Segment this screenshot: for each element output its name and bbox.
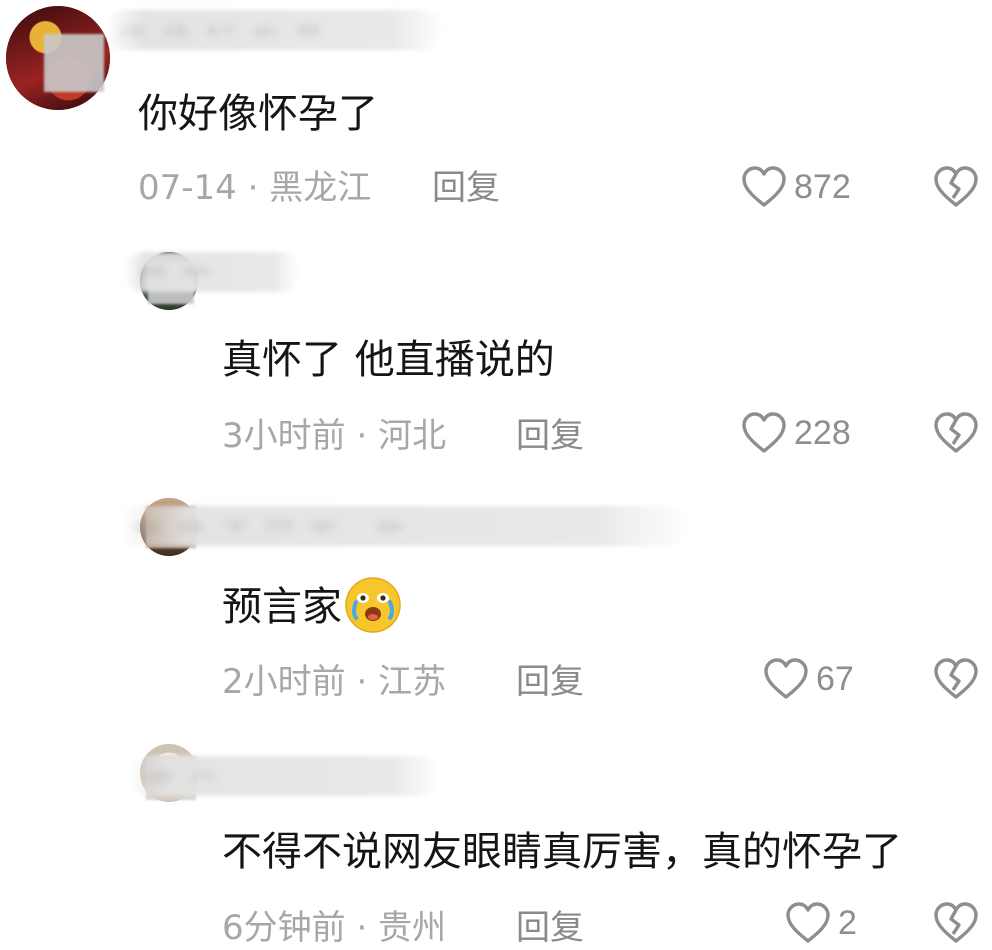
- heart-icon: [764, 658, 808, 699]
- like-button[interactable]: 872: [740, 164, 851, 210]
- comment-meta: 2小时前 · 江苏: [222, 660, 446, 704]
- heart-icon: [786, 902, 830, 943]
- reply-button[interactable]: 回复: [432, 166, 500, 210]
- like-count: 872: [794, 168, 851, 206]
- broken-heart-icon[interactable]: [932, 410, 980, 456]
- meta-separator: ·: [236, 168, 270, 208]
- meta-separator: ·: [345, 662, 379, 702]
- crying-laughing-emoji-icon: [345, 577, 401, 633]
- reply-button[interactable]: 回复: [516, 414, 584, 458]
- blurred-username: 猫猫: [124, 252, 300, 292]
- blurred-username: 宝宝不回家 致: [118, 506, 688, 546]
- comment-text: 你好像怀孕了: [138, 91, 378, 137]
- broken-heart-icon[interactable]: [932, 164, 980, 210]
- comment-meta: 6分钟前 · 贵州: [222, 906, 446, 950]
- like-button[interactable]: 67: [762, 656, 854, 702]
- comment-location: 黑龙江: [269, 168, 372, 208]
- comment-text: 不得不说网友眼睛真厉害，真的怀孕了: [222, 829, 902, 875]
- comment-location: 河北: [378, 416, 447, 456]
- comment-date: 2小时前: [222, 662, 346, 702]
- meta-separator: ·: [345, 416, 379, 456]
- comment-location: 江苏: [378, 662, 447, 702]
- like-button[interactable]: 2: [784, 900, 857, 946]
- like-button[interactable]: 228: [740, 410, 851, 456]
- heart-icon: [742, 166, 786, 207]
- like-count: 67: [816, 660, 854, 698]
- like-count: 2: [838, 904, 857, 942]
- comment-date: 6分钟前: [222, 908, 346, 948]
- broken-heart-icon[interactable]: [932, 656, 980, 702]
- heart-icon: [742, 412, 786, 453]
- blurred-username: 佳佳好也是: [104, 10, 444, 50]
- comment-date: 07-14: [138, 168, 237, 208]
- comment-meta: 07-14 · 黑龙江: [138, 166, 371, 210]
- reply-button[interactable]: 回复: [516, 906, 584, 950]
- comment-text: 真怀了 他直播说的: [222, 337, 555, 383]
- comment-text-content: 预言家: [222, 584, 342, 630]
- like-count: 228: [794, 414, 851, 452]
- comment-meta: 3小时前 · 河北: [222, 414, 446, 458]
- blurred-username: 用户: [130, 756, 440, 796]
- broken-heart-icon[interactable]: [932, 900, 980, 946]
- reply-button[interactable]: 回复: [516, 660, 584, 704]
- comment-location: 贵州: [378, 908, 447, 948]
- comment-date: 3小时前: [222, 416, 346, 456]
- comment-text: 预言家: [222, 577, 402, 638]
- meta-separator: ·: [345, 908, 379, 948]
